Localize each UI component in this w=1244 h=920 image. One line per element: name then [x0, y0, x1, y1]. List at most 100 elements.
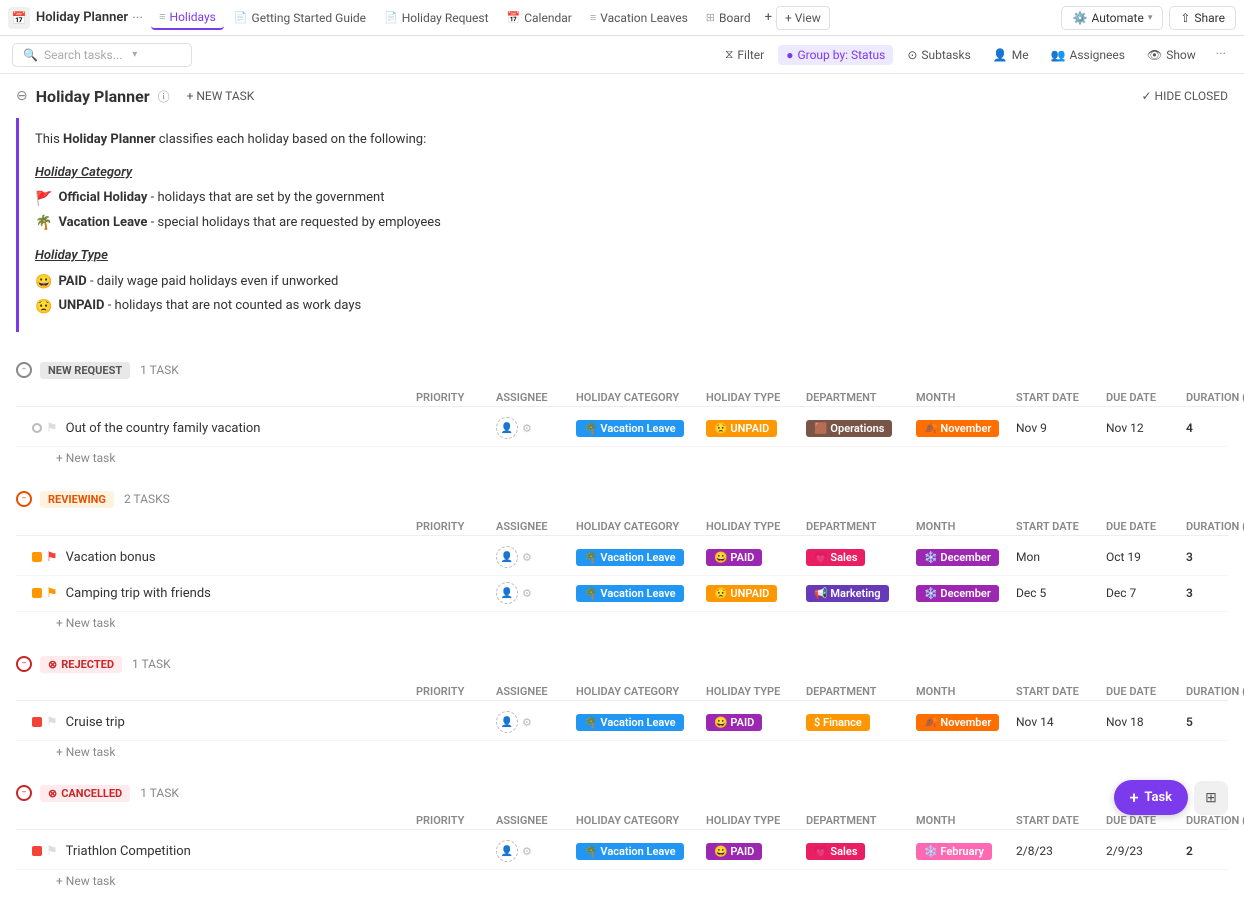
category-item-official: 🚩 Official Holiday - holidays that are s… — [35, 188, 600, 210]
nav-tab-view[interactable]: + View — [776, 6, 830, 30]
add-task-link-new-request[interactable]: + New task — [16, 447, 1228, 469]
tab-label-board: Board — [719, 11, 751, 25]
task-holiday-type-cell: 😟 UNPAID — [706, 420, 806, 437]
search-input[interactable]: 🔍 Search tasks... ▾ — [12, 43, 192, 67]
month-pill: ❄️ December — [916, 585, 999, 602]
task-holiday-cat-cell: 🌴 Vacation Leave — [576, 585, 706, 602]
toolbar-more-button[interactable]: ··· — [1210, 44, 1232, 65]
paid-emoji: 😀 — [35, 271, 52, 293]
col-headers-rejected: PRIORITY ASSIGNEE HOLIDAY CATEGORY HOLID… — [16, 683, 1228, 701]
task-row[interactable]: ⚑ Out of the country family vacation 👤 ⚙… — [16, 411, 1228, 447]
add-task-link-reviewing[interactable]: + New task — [16, 612, 1228, 634]
assignee-icon: 👤 — [501, 552, 513, 563]
search-dropdown-icon[interactable]: ▾ — [132, 49, 137, 60]
me-button[interactable]: 👤 Me — [985, 45, 1037, 65]
dept-pill: 📢 Marketing — [806, 585, 889, 602]
holiday-type-pill: 😀 PAID — [706, 549, 762, 566]
filter-button[interactable]: ⧖ Filter — [717, 44, 772, 65]
assignee-avatar: 👤 — [496, 711, 518, 733]
col-month-hdr: MONTH — [916, 814, 1016, 827]
col-priority-hdr: PRIORITY — [416, 814, 496, 827]
task-holiday-cat-cell: 🌴 Vacation Leave — [576, 549, 706, 566]
group-by-button[interactable]: ● Group by: Status — [778, 45, 893, 65]
dept-pill: 💗 Sales — [806, 843, 865, 860]
nav-tab-calendar[interactable]: 📅Calendar — [499, 7, 580, 29]
task-duration-cell: 4 — [1186, 421, 1244, 435]
task-row[interactable]: ⚑ Vacation bonus 👤 ⚙ 🌴 Vacation Leave 😀 … — [16, 540, 1228, 576]
task-month-cell: 🍂 November — [916, 714, 1016, 731]
section-toggle-new-request[interactable]: − — [16, 362, 32, 378]
section-count-cancelled: 1 TASK — [140, 786, 179, 800]
add-task-link-cancelled[interactable]: + New task — [16, 870, 1228, 892]
task-duration-cell: 2 — [1186, 844, 1244, 858]
task-name: Cruise trip — [66, 715, 125, 730]
section-toggle-cancelled[interactable]: − — [16, 785, 32, 801]
app-menu-dots[interactable]: ··· — [132, 10, 143, 26]
task-name-cell: ⚑ Triathlon Competition — [16, 844, 416, 859]
tab-icon-vacation-leaves: ≡ — [590, 11, 596, 24]
col-holiday-type-hdr: HOLIDAY TYPE — [706, 391, 806, 404]
subtasks-button[interactable]: ⊙ Subtasks — [899, 45, 978, 65]
col-holiday-type-hdr: HOLIDAY TYPE — [706, 685, 806, 698]
nav-tab-holidays[interactable]: ≡Holidays — [151, 6, 224, 30]
type-title: Holiday Type — [35, 246, 600, 267]
col-holiday-cat-hdr: HOLIDAY CATEGORY — [576, 391, 706, 404]
page-title: Holiday Planner — [36, 87, 150, 106]
share-button[interactable]: ⇧ Share — [1169, 6, 1236, 30]
show-icon: 👁 — [1147, 48, 1162, 62]
month-pill: 🍂 November — [916, 420, 999, 437]
main-content: ⊖ Holiday Planner ⓘ + NEW TASK ✓ HIDE CL… — [0, 74, 1244, 920]
task-start-date-cell: Nov 14 — [1016, 715, 1106, 729]
task-row[interactable]: ⚑ Cruise trip 👤 ⚙ 🌴 Vacation Leave 😀 PAI… — [16, 705, 1228, 741]
assignee-avatar: 👤 — [496, 582, 518, 604]
show-button[interactable]: 👁 Show — [1139, 45, 1204, 65]
section-header-reviewing: −REVIEWING2 TASKS — [16, 485, 1228, 514]
col-start-hdr: START DATE — [1016, 685, 1106, 698]
section-toggle-reviewing[interactable]: − — [16, 491, 32, 507]
nav-tab-vacation-leaves[interactable]: ≡Vacation Leaves — [582, 7, 696, 29]
section-badge-new-request: NEW REQUEST — [40, 362, 130, 379]
task-name: Out of the country family vacation — [66, 421, 261, 436]
col-dept-hdr: DEPARTMENT — [806, 520, 916, 533]
type-item-paid: 😀 PAID - daily wage paid holidays even i… — [35, 271, 600, 293]
add-task-fab[interactable]: + Task — [1114, 780, 1188, 815]
col-holiday-type-hdr: HOLIDAY TYPE — [706, 814, 806, 827]
task-start-date-cell: Mon — [1016, 550, 1106, 564]
nav-tab-holiday-request[interactable]: 📄Holiday Request — [376, 7, 496, 29]
task-row[interactable]: ⚑ Camping trip with friends 👤 ⚙ 🌴 Vacati… — [16, 576, 1228, 612]
col-month-hdr: MONTH — [916, 391, 1016, 404]
section-count-rejected: 1 TASK — [132, 657, 171, 671]
task-start-date-cell: Dec 5 — [1016, 586, 1106, 600]
col-duration-hdr: DURATION (DAYS) — [1186, 391, 1244, 404]
assignee-settings-icon: ⚙ — [522, 845, 532, 858]
new-task-button[interactable]: + NEW TASK — [178, 86, 264, 106]
tab-label-holidays: Holidays — [170, 10, 216, 24]
hide-closed-button[interactable]: ✓ HIDE CLOSED — [1142, 89, 1229, 103]
assignee-settings-icon: ⚙ — [522, 716, 532, 729]
page-info-icon[interactable]: ⓘ — [158, 88, 170, 105]
col-start-hdr: START DATE — [1016, 520, 1106, 533]
task-due-date-cell: 2/9/23 — [1106, 844, 1186, 858]
assignee-avatar: 👤 — [496, 840, 518, 862]
task-dept-cell: 💗 Sales — [806, 843, 916, 860]
section-toggle-rejected[interactable]: − — [16, 656, 32, 672]
search-icon: 🔍 — [23, 48, 38, 62]
col-duration-hdr: DURATION (DAYS) — [1186, 685, 1244, 698]
category-title: Holiday Category — [35, 163, 600, 184]
task-row[interactable]: ⚑ Triathlon Competition 👤 ⚙ 🌴 Vacation L… — [16, 834, 1228, 870]
unpaid-emoji: 😟 — [35, 296, 52, 318]
page-collapse-icon[interactable]: ⊖ — [16, 88, 28, 104]
task-dept-cell: 🟫 Operations — [806, 420, 916, 437]
col-month-hdr: MONTH — [916, 520, 1016, 533]
fab-label: Task — [1144, 790, 1172, 805]
dept-pill: 🟫 Operations — [806, 420, 892, 437]
assignees-button[interactable]: 👥 Assignees — [1043, 45, 1133, 65]
nav-tab-board[interactable]: ⊞Board — [698, 7, 759, 29]
col-headers-reviewing: PRIORITY ASSIGNEE HOLIDAY CATEGORY HOLID… — [16, 518, 1228, 536]
nav-tab-getting-started[interactable]: 📄Getting Started Guide — [226, 7, 374, 29]
col-duration-hdr: DURATION (DAYS) — [1186, 814, 1244, 827]
automate-button[interactable]: ⚙️ Automate ▾ — [1061, 6, 1163, 30]
grid-view-button[interactable]: ⊞ — [1194, 781, 1228, 815]
add-task-link-rejected[interactable]: + New task — [16, 741, 1228, 763]
task-name-cell: ⚑ Vacation bonus — [16, 550, 416, 565]
